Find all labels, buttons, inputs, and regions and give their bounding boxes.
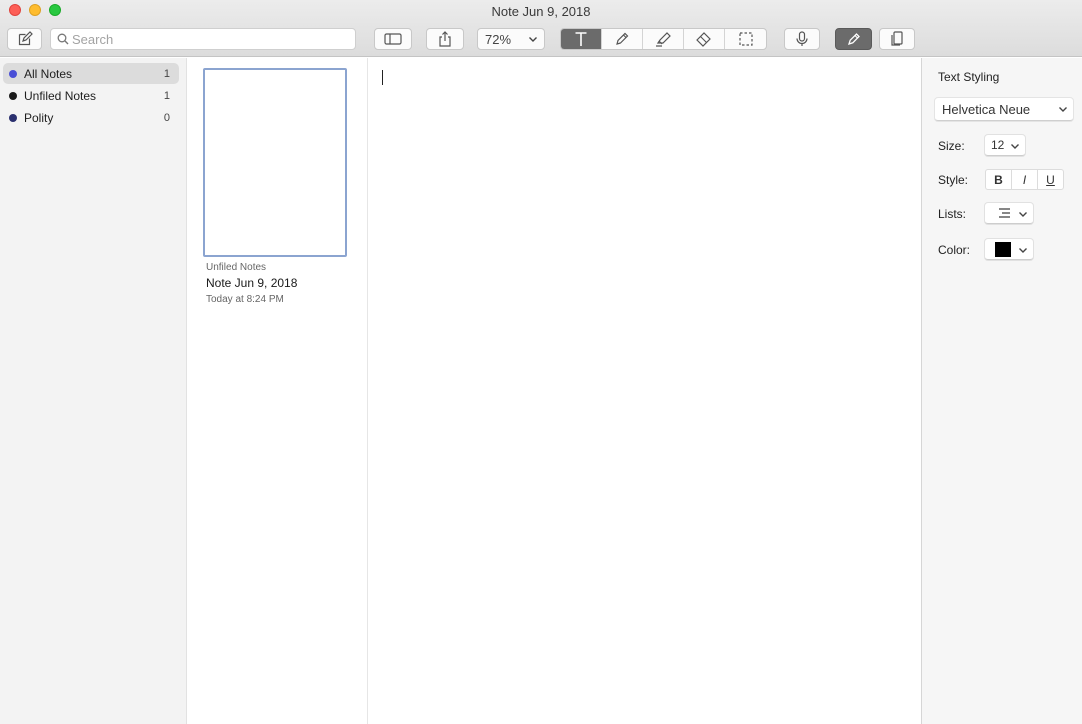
zoom-value: 72% [485,31,512,47]
sidebar-item-count: 1 [163,89,170,102]
sidebar-item-label: Polity [24,110,54,125]
bold-button[interactable]: B [985,169,1012,190]
note-editor[interactable] [369,58,921,724]
inspector-title: Text Styling [938,70,1000,84]
text-tool-icon [575,32,587,46]
pen-icon [616,32,629,45]
new-note-button[interactable] [7,28,42,50]
sidebar-item-count: 1 [163,67,170,80]
sidebar-item-all-notes[interactable]: All Notes 1 [3,63,179,84]
size-label: Size: [938,139,965,153]
sidebar-item-polity[interactable]: Polity 0 [3,107,179,128]
folder-sidebar: All Notes 1 Unfiled Notes 1 Polity 0 [0,58,187,724]
pen-nib-icon [847,33,860,45]
font-size-select[interactable]: 12 [985,135,1025,156]
share-button[interactable] [426,28,464,50]
search-field[interactable] [50,28,356,50]
notes-window: Note Jun 9, 2018 Search 72% All Notes 1 … [0,0,1082,724]
note-date: Today at 8:24 PM [206,294,284,305]
highlighter-tool-button[interactable] [643,29,684,49]
microphone-icon [796,31,808,46]
title-bar: Note Jun 9, 2018 Search 72% [0,0,1082,57]
pen-tool-button[interactable] [602,29,643,49]
share-icon [439,31,451,47]
text-cursor [382,70,383,85]
text-style-segmented-control: B I U [985,169,1064,190]
italic-button[interactable]: I [1011,169,1038,190]
chevron-down-icon [1019,212,1027,217]
sidebar-item-count: 0 [163,111,170,124]
note-thumbnail[interactable] [203,68,347,257]
sidebar-item-unfiled-notes[interactable]: Unfiled Notes 1 [3,85,179,106]
underline-button[interactable]: U [1037,169,1064,190]
folder-color-dot [9,91,17,100]
search-input[interactable] [72,31,352,47]
note-title[interactable]: Note Jun 9, 2018 [206,276,297,290]
compose-icon [18,31,33,46]
window-title: Note Jun 9, 2018 [491,4,591,19]
chevron-down-icon [529,37,537,42]
font-family-select[interactable]: Helvetica Neue [935,98,1073,121]
toggle-sidebar-button[interactable] [374,28,412,50]
inspector-pen-button[interactable] [835,28,872,50]
text-tool-button[interactable] [561,29,602,49]
tool-segmented-control [560,28,767,50]
zoom-select[interactable]: 72% [477,28,545,50]
chevron-down-icon [1019,248,1027,253]
folder-color-dot [9,69,17,78]
color-label: Color: [938,243,971,257]
font-size-value: 12 [991,138,1005,152]
lists-label: Lists: [938,207,967,221]
highlighter-icon [656,32,671,47]
eraser-icon [696,32,711,47]
selection-tool-button[interactable] [725,29,766,49]
eraser-tool-button[interactable] [684,29,725,49]
color-swatch [995,241,1011,257]
list-icon [999,208,1010,218]
chevron-down-icon [1059,107,1067,112]
lasso-select-icon [738,32,753,46]
pages-icon [891,31,903,46]
note-list: Unfiled Notes Note Jun 9, 2018 Today at … [188,58,368,724]
note-folder-label: Unfiled Notes [206,262,267,273]
record-audio-button[interactable] [784,28,820,50]
sidebar-item-label: All Notes [24,66,73,81]
list-style-select[interactable] [985,203,1033,224]
font-family-value: Helvetica Neue [942,101,1031,117]
page-view-button[interactable] [879,28,915,50]
folder-color-dot [9,113,17,122]
sidebar-item-label: Unfiled Notes [24,88,97,103]
sidebar-icon [384,33,402,45]
search-icon [57,33,69,45]
text-color-select[interactable] [985,239,1033,260]
text-styling-inspector: Text Styling Helvetica Neue Size: 12 Sty… [921,58,1082,724]
style-label: Style: [938,173,969,187]
chevron-down-icon [1011,144,1019,149]
